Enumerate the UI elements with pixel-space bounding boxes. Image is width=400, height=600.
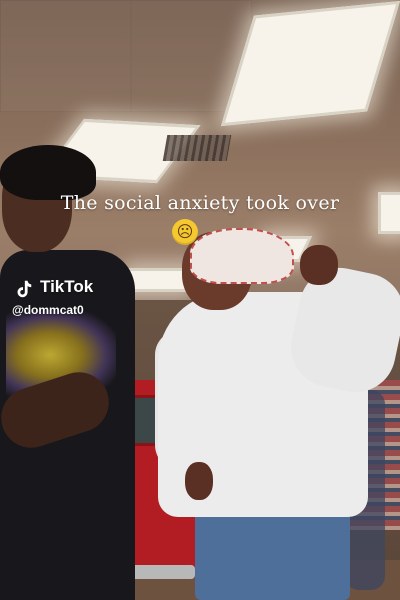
creator-handle[interactable]: @dommcat0	[12, 303, 84, 317]
ceiling-vent	[162, 135, 232, 161]
tiktok-wordmark: TikTok	[40, 277, 94, 296]
raised-hand	[300, 245, 338, 285]
ceiling-panel	[0, 0, 132, 112]
crying-face-emoji-icon: ☹	[172, 219, 198, 245]
lower-hand	[185, 462, 213, 500]
video-frame[interactable]	[0, 0, 400, 600]
tiktok-logo-icon	[17, 280, 32, 298]
video-caption: The social anxiety took over	[60, 192, 340, 214]
bandana	[190, 228, 294, 284]
